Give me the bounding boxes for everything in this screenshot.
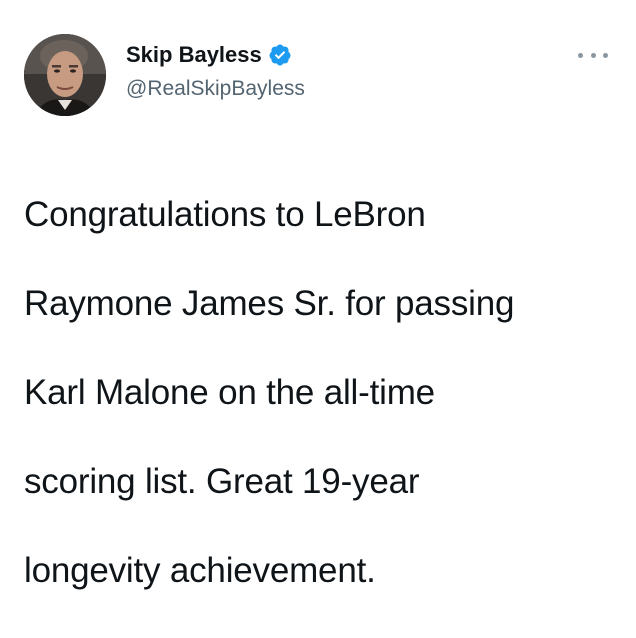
more-dot (603, 52, 608, 58)
tweet-text-line: Congratulations to LeBron (24, 194, 426, 234)
author-display-name[interactable]: Skip Bayless (126, 42, 262, 68)
tweet-text: Congratulations to LeBron Raymone James … (24, 148, 614, 638)
more-dots-icon[interactable] (578, 44, 608, 66)
tweet-text-line: Raymone James Sr. for passing (24, 283, 515, 323)
more-dot (590, 52, 596, 58)
more-dot (578, 52, 583, 58)
author-handle[interactable]: @RealSkipBayless (126, 76, 305, 102)
avatar-image (24, 34, 106, 116)
author-name-row[interactable]: Skip Bayless (126, 42, 292, 68)
tweet-text-line: scoring list. Great 19-year (24, 461, 420, 501)
tweet-text-line: Karl Malone on the all-time (24, 372, 435, 412)
avatar[interactable] (24, 34, 106, 116)
tweet-card: Skip Bayless @RealSkipBayless Congratula… (0, 0, 636, 590)
tweet-text-line: longevity achievement. (24, 550, 376, 590)
verified-badge-icon (268, 43, 292, 67)
